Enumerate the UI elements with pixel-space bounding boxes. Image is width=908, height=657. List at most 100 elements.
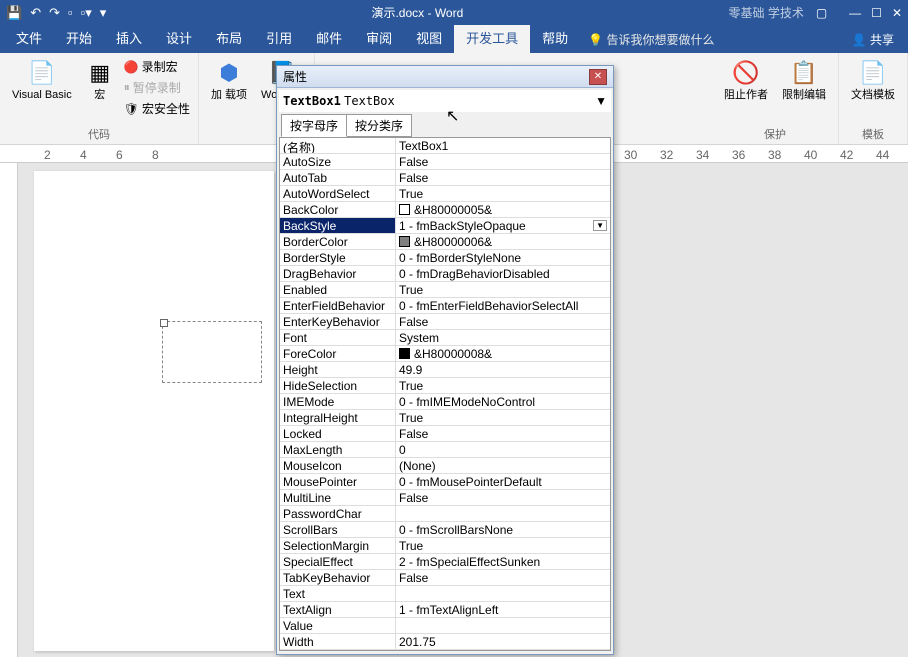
property-row[interactable]: AutoWordSelectTrue xyxy=(280,186,610,202)
share-button[interactable]: 👤 共享 xyxy=(842,31,904,48)
tab-references[interactable]: 引用 xyxy=(254,25,304,53)
tab-file[interactable]: 文件 xyxy=(4,25,54,53)
macros-button[interactable]: ▦宏 xyxy=(82,57,118,103)
properties-titlebar[interactable]: 属性 ✕ xyxy=(277,66,613,88)
tab-developer[interactable]: 开发工具 xyxy=(454,25,530,53)
vertical-ruler[interactable] xyxy=(0,163,18,657)
property-row[interactable]: HideSelectionTrue xyxy=(280,378,610,394)
property-row[interactable]: AutoTabFalse xyxy=(280,170,610,186)
qat-item-icon[interactable]: ▫▾ xyxy=(81,5,92,21)
property-row[interactable]: BorderStyle0 - fmBorderStyleNone xyxy=(280,250,610,266)
property-row[interactable]: TextAlign1 - fmTextAlignLeft xyxy=(280,602,610,618)
page[interactable] xyxy=(34,171,274,651)
addins-button[interactable]: ⬢加 载项 xyxy=(207,57,251,103)
redo-icon[interactable]: ↷ xyxy=(49,5,60,21)
property-value[interactable]: 201.75 xyxy=(396,634,610,649)
property-row[interactable]: BackColor&H80000005& xyxy=(280,202,610,218)
property-value[interactable]: True xyxy=(396,538,610,553)
property-value[interactable]: False xyxy=(396,490,610,505)
restrict-editing-button[interactable]: 📋限制编辑 xyxy=(778,57,830,103)
property-row[interactable]: MouseIcon(None) xyxy=(280,458,610,474)
property-row[interactable]: MousePointer0 - fmMousePointerDefault xyxy=(280,474,610,490)
property-value[interactable]: 1 - fmTextAlignLeft xyxy=(396,602,610,617)
property-value[interactable] xyxy=(396,586,610,601)
tab-categorized[interactable]: 按分类序 xyxy=(346,114,412,137)
property-value[interactable]: (None) xyxy=(396,458,610,473)
property-value[interactable]: False xyxy=(396,426,610,441)
tab-help[interactable]: 帮助 xyxy=(530,25,580,53)
property-grid[interactable]: (名称)TextBox1AutoSizeFalseAutoTabFalseAut… xyxy=(279,137,611,651)
property-value[interactable]: 0 - fmScrollBarsNone xyxy=(396,522,610,537)
property-value[interactable] xyxy=(396,618,610,633)
pause-recording-button[interactable]: ⏸暂停录制 xyxy=(124,78,190,97)
property-value[interactable]: False xyxy=(396,570,610,585)
tab-home[interactable]: 开始 xyxy=(54,25,104,53)
property-row[interactable]: Width201.75 xyxy=(280,634,610,650)
property-row[interactable]: PasswordChar xyxy=(280,506,610,522)
property-row[interactable]: SelectionMarginTrue xyxy=(280,538,610,554)
property-value[interactable]: True xyxy=(396,186,610,201)
property-row[interactable]: FontSystem xyxy=(280,330,610,346)
close-icon[interactable]: ✕ xyxy=(589,69,607,85)
property-row[interactable]: MultiLineFalse xyxy=(280,490,610,506)
block-authors-button[interactable]: 🚫阻止作者 xyxy=(720,57,772,103)
tab-design[interactable]: 设计 xyxy=(154,25,204,53)
property-value[interactable] xyxy=(396,506,610,521)
property-value[interactable]: False xyxy=(396,154,610,169)
property-value[interactable]: &H80000008& xyxy=(396,346,610,361)
minimize-icon[interactable]: — xyxy=(849,6,861,20)
property-value[interactable]: 0 - fmIMEModeNoControl xyxy=(396,394,610,409)
maximize-icon[interactable]: ☐ xyxy=(871,6,882,20)
property-row[interactable]: MaxLength0 xyxy=(280,442,610,458)
property-value[interactable]: True xyxy=(396,410,610,425)
macro-security-button[interactable]: 🛡宏安全性 xyxy=(124,99,190,118)
property-value[interactable]: True xyxy=(396,282,610,297)
dropdown-icon[interactable]: ▼ xyxy=(593,220,607,231)
property-value[interactable]: &H80000006& xyxy=(396,234,610,249)
object-selector[interactable]: TextBox1 TextBox ▼ xyxy=(279,90,611,112)
property-value[interactable]: 2 - fmSpecialEffectSunken xyxy=(396,554,610,569)
property-value[interactable]: 0 - fmDragBehaviorDisabled xyxy=(396,266,610,281)
property-row[interactable]: DragBehavior0 - fmDragBehaviorDisabled xyxy=(280,266,610,282)
property-row[interactable]: ScrollBars0 - fmScrollBarsNone xyxy=(280,522,610,538)
property-value[interactable]: 1 - fmBackStyleOpaque▼ xyxy=(396,218,610,233)
property-value[interactable]: False xyxy=(396,314,610,329)
property-row[interactable]: AutoSizeFalse xyxy=(280,154,610,170)
tab-mailings[interactable]: 邮件 xyxy=(304,25,354,53)
dropdown-icon[interactable]: ▼ xyxy=(595,94,607,108)
doc-template-button[interactable]: 📄文档模板 xyxy=(847,57,899,103)
visual-basic-button[interactable]: 📄Visual Basic xyxy=(8,57,76,103)
tab-view[interactable]: 视图 xyxy=(404,25,454,53)
textbox-control[interactable] xyxy=(162,321,262,383)
property-value[interactable]: 0 - fmEnterFieldBehaviorSelectAll xyxy=(396,298,610,313)
save-icon[interactable]: 💾 xyxy=(6,5,22,21)
property-value[interactable]: False xyxy=(396,170,610,185)
property-value[interactable]: 0 - fmMousePointerDefault xyxy=(396,474,610,489)
property-value[interactable]: True xyxy=(396,650,610,651)
property-row[interactable]: IntegralHeightTrue xyxy=(280,410,610,426)
close-icon[interactable]: ✕ xyxy=(892,6,902,20)
qat-item-icon[interactable]: ▫ xyxy=(68,5,73,20)
property-row[interactable]: Text xyxy=(280,586,610,602)
property-row[interactable]: IMEMode0 - fmIMEModeNoControl xyxy=(280,394,610,410)
property-row[interactable]: (名称)TextBox1 xyxy=(280,138,610,154)
ribbon-options-icon[interactable]: ▢ xyxy=(816,6,827,20)
record-macro-button[interactable]: 🔴录制宏 xyxy=(124,57,190,76)
property-row[interactable]: WordWrapTrue xyxy=(280,650,610,651)
property-value[interactable]: True xyxy=(396,378,610,393)
property-row[interactable]: BackStyle1 - fmBackStyleOpaque▼ xyxy=(280,218,610,234)
property-value[interactable]: 0 xyxy=(396,442,610,457)
property-value[interactable]: 49.9 xyxy=(396,362,610,377)
property-row[interactable]: TabKeyBehaviorFalse xyxy=(280,570,610,586)
property-row[interactable]: EnterFieldBehavior0 - fmEnterFieldBehavi… xyxy=(280,298,610,314)
property-row[interactable]: Height49.9 xyxy=(280,362,610,378)
property-row[interactable]: Value xyxy=(280,618,610,634)
tab-layout[interactable]: 布局 xyxy=(204,25,254,53)
property-row[interactable]: EnabledTrue xyxy=(280,282,610,298)
property-value[interactable]: 0 - fmBorderStyleNone xyxy=(396,250,610,265)
tell-me[interactable]: 💡 告诉我你想要做什么 xyxy=(588,31,714,48)
property-row[interactable]: BorderColor&H80000006& xyxy=(280,234,610,250)
property-row[interactable]: EnterKeyBehaviorFalse xyxy=(280,314,610,330)
property-value[interactable]: System xyxy=(396,330,610,345)
property-row[interactable]: LockedFalse xyxy=(280,426,610,442)
